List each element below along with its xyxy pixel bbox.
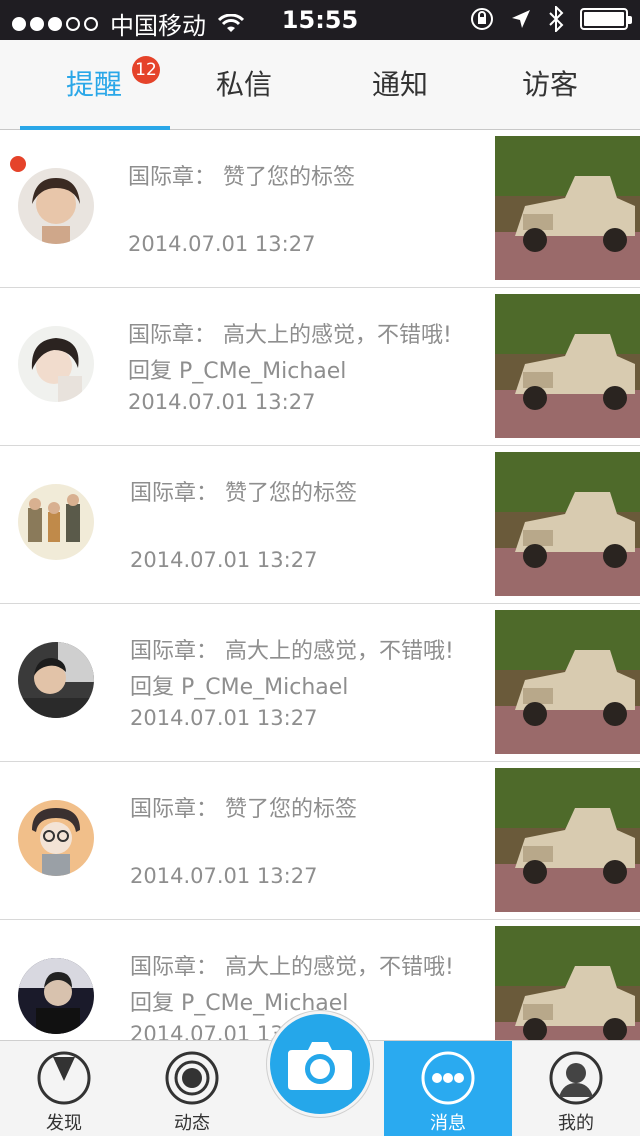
list-item[interactable]: 国际章： 高大上的感觉，不错哦! 回复 P_CMe_Michael 2014.0… <box>0 288 640 446</box>
camera-button[interactable] <box>270 1014 370 1114</box>
reminder-list: 国际章： 赞了您的标签 2014.07.01 13:27 国际章： 高大上的感觉… <box>0 130 640 1040</box>
segment-tabs: 提醒 12 私信 通知 访客 <box>0 40 640 130</box>
sender-name: 国际章： <box>128 323 217 348</box>
message-text: 国际章： 高大上的感觉，不错哦! 回复 P_CMe_Michael <box>130 634 486 706</box>
post-thumbnail[interactable] <box>495 452 640 596</box>
message-content: 高大上的感觉，不错哦! <box>225 639 454 664</box>
sender-name: 国际章： <box>128 165 217 190</box>
post-thumbnail[interactable] <box>495 294 640 438</box>
sender-name: 国际章： <box>130 481 219 506</box>
message-text: 国际章： 高大上的感觉，不错哦! 回复 P_CMe_Michael <box>128 318 484 390</box>
sender-name: 国际章： <box>130 797 219 822</box>
tab-label: 访客 <box>521 68 578 101</box>
message-content: 高大上的感觉，不错哦! <box>223 323 452 348</box>
user-avatar[interactable] <box>18 800 94 876</box>
timestamp: 2014.07.01 13:27 <box>130 548 318 572</box>
user-avatar[interactable] <box>18 642 94 718</box>
tab-label: 发现 <box>46 1113 82 1134</box>
tab-label: 消息 <box>430 1113 466 1134</box>
status-bar: 中国移动 15:55 <box>0 0 640 40</box>
compass-icon <box>37 1051 91 1105</box>
list-item[interactable]: 国际章： 赞了您的标签 2014.07.01 13:27 <box>0 446 640 604</box>
tab-label: 私信 <box>215 68 272 101</box>
tab-visitors[interactable]: 访客 <box>470 40 630 130</box>
user-avatar[interactable] <box>18 168 94 244</box>
post-thumbnail[interactable] <box>495 926 640 1040</box>
sender-name: 国际章： <box>130 639 219 664</box>
user-icon <box>549 1051 603 1105</box>
rotation-lock-icon <box>471 8 493 30</box>
timestamp: 2014.07.01 13:27 <box>128 232 316 256</box>
message-text: 国际章： 赞了您的标签 <box>130 476 486 512</box>
tab-discover[interactable]: 发现 <box>0 1041 128 1136</box>
message-content: 赞了您的标签 <box>223 165 356 190</box>
timestamp: 2014.07.01 13:27 <box>128 390 316 414</box>
post-thumbnail[interactable] <box>495 768 640 912</box>
timestamp: 2014.07.01 13:27 <box>130 864 318 888</box>
message-content: 赞了您的标签 <box>225 797 358 822</box>
message-content: 赞了您的标签 <box>225 481 358 506</box>
reply-text: 回复 P_CMe_Michael <box>130 675 349 700</box>
unread-badge: 12 <box>132 56 160 84</box>
tab-label: 动态 <box>174 1113 210 1134</box>
list-item[interactable]: 国际章： 赞了您的标签 2014.07.01 13:27 <box>0 130 640 288</box>
tab-label: 我的 <box>558 1113 594 1134</box>
list-item[interactable]: 国际章： 赞了您的标签 2014.07.01 13:27 <box>0 762 640 920</box>
battery-icon <box>580 8 632 30</box>
tab-private-messages[interactable]: 私信 <box>164 40 324 130</box>
tab-reminders[interactable]: 提醒 12 <box>14 40 174 130</box>
user-avatar[interactable] <box>18 958 94 1034</box>
bluetooth-icon <box>549 6 564 32</box>
tab-notifications[interactable]: 通知 <box>320 40 480 130</box>
location-icon <box>512 10 530 28</box>
unread-dot <box>10 156 26 172</box>
message-text: 国际章： 赞了您的标签 <box>128 160 484 196</box>
message-content: 高大上的感觉，不错哦! <box>225 955 454 980</box>
tab-feed[interactable]: 动态 <box>128 1041 256 1136</box>
reply-text: 回复 P_CMe_Michael <box>128 359 347 384</box>
timestamp: 2014.07.01 13:27 <box>130 706 318 730</box>
tab-label: 通知 <box>371 68 428 101</box>
post-thumbnail[interactable] <box>495 610 640 754</box>
user-avatar[interactable] <box>18 326 94 402</box>
message-text: 国际章： 赞了您的标签 <box>130 792 486 828</box>
user-avatar[interactable] <box>18 484 94 560</box>
list-item[interactable]: 国际章： 高大上的感觉，不错哦! 回复 P_CMe_Michael 2014.0… <box>0 604 640 762</box>
tab-me[interactable]: 我的 <box>512 1041 640 1136</box>
post-thumbnail[interactable] <box>495 136 640 280</box>
tab-messages[interactable]: 消息 <box>384 1041 512 1136</box>
tab-label: 提醒 <box>65 68 122 101</box>
more-dots-icon <box>421 1051 475 1105</box>
camera-icon <box>288 1042 352 1090</box>
sender-name: 国际章： <box>130 955 219 980</box>
feed-icon <box>165 1051 219 1105</box>
